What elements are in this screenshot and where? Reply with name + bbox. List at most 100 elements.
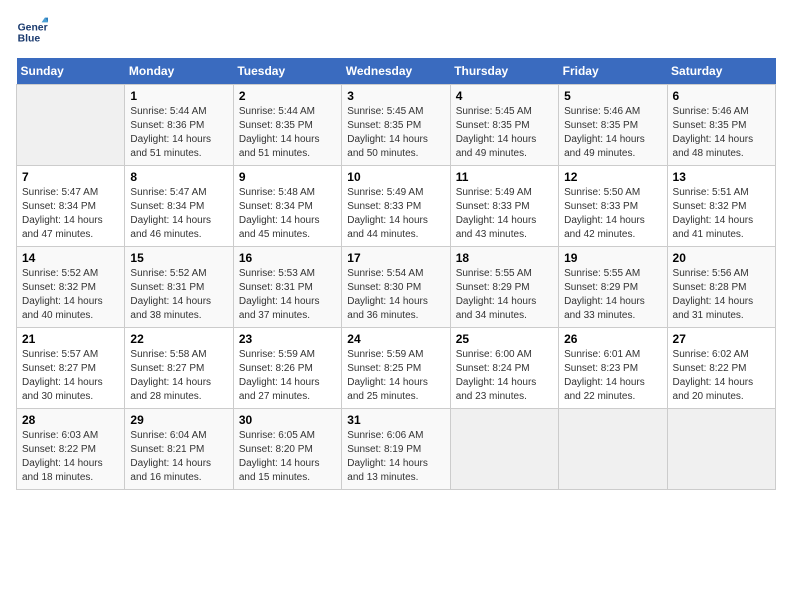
- calendar-cell: 9 Sunrise: 5:48 AM Sunset: 8:34 PM Daylig…: [233, 166, 341, 247]
- day-info: Sunrise: 5:55 AM Sunset: 8:29 PM Dayligh…: [456, 267, 553, 323]
- day-info: Sunrise: 5:44 AM Sunset: 8:36 PM Dayligh…: [130, 105, 227, 161]
- logo: General Blue: [16, 16, 48, 48]
- day-number: 9: [239, 170, 336, 184]
- day-info: Sunrise: 5:47 AM Sunset: 8:34 PM Dayligh…: [130, 186, 227, 242]
- week-row-1: 1 Sunrise: 5:44 AM Sunset: 8:36 PM Daylig…: [17, 85, 776, 166]
- day-number: 4: [456, 89, 553, 103]
- calendar-cell: 8Sunrise: 5:47 AM Sunset: 8:34 PM Daylig…: [125, 166, 233, 247]
- day-info: Sunrise: 5:51 AM Sunset: 8:32 PM Dayligh…: [673, 186, 770, 242]
- day-number: 13: [673, 170, 770, 184]
- day-info: Sunrise: 5:45 AM Sunset: 8:35 PM Dayligh…: [347, 105, 444, 161]
- day-info: Sunrise: 5:46 AM Sunset: 8:35 PM Dayligh…: [564, 105, 661, 161]
- day-info: Sunrise: 5:53 AM Sunset: 8:31 PM Dayligh…: [239, 267, 336, 323]
- weekday-header-sunday: Sunday: [17, 58, 125, 85]
- calendar-cell: 13 Sunrise: 5:51 AM Sunset: 8:32 PM Dayli…: [667, 166, 775, 247]
- logo-icon: General Blue: [16, 16, 48, 48]
- day-number: 14: [22, 251, 119, 265]
- day-number: 31: [347, 413, 444, 427]
- calendar-cell: [667, 409, 775, 490]
- day-info: Sunrise: 5:54 AM Sunset: 8:30 PM Dayligh…: [347, 267, 444, 323]
- svg-text:Blue: Blue: [18, 34, 41, 45]
- day-info: Sunrise: 5:48 AM Sunset: 8:34 PM Dayligh…: [239, 186, 336, 242]
- calendar-cell: [559, 409, 667, 490]
- calendar-cell: 7 Sunrise: 5:47 AM Sunset: 8:34 PM Daylig…: [17, 166, 125, 247]
- day-number: 28: [22, 413, 119, 427]
- day-info: Sunrise: 5:57 AM Sunset: 8:27 PM Dayligh…: [22, 348, 119, 404]
- calendar-cell: 14 Sunrise: 5:52 AM Sunset: 8:32 PM Dayli…: [17, 247, 125, 328]
- day-info: Sunrise: 5:58 AM Sunset: 8:27 PM Dayligh…: [130, 348, 227, 404]
- calendar-cell: 6 Sunrise: 5:46 AM Sunset: 8:35 PM Daylig…: [667, 85, 775, 166]
- day-info: Sunrise: 5:46 AM Sunset: 8:35 PM Dayligh…: [673, 105, 770, 161]
- calendar-cell: 10Sunrise: 5:49 AM Sunset: 8:33 PM Dayli…: [342, 166, 450, 247]
- day-number: 2: [239, 89, 336, 103]
- calendar-cell: 5 Sunrise: 5:46 AM Sunset: 8:35 PM Daylig…: [559, 85, 667, 166]
- day-info: Sunrise: 6:03 AM Sunset: 8:22 PM Dayligh…: [22, 429, 119, 485]
- calendar-cell: 3 Sunrise: 5:45 AM Sunset: 8:35 PM Daylig…: [342, 85, 450, 166]
- day-info: Sunrise: 6:01 AM Sunset: 8:23 PM Dayligh…: [564, 348, 661, 404]
- calendar-cell: 25 Sunrise: 6:00 AM Sunset: 8:24 PM Dayli…: [450, 328, 558, 409]
- calendar-cell: 30 Sunrise: 6:05 AM Sunset: 8:20 PM Dayli…: [233, 409, 341, 490]
- calendar-table: SundayMondayTuesdayWednesdayThursdayFrid…: [16, 58, 776, 490]
- day-info: Sunrise: 6:05 AM Sunset: 8:20 PM Dayligh…: [239, 429, 336, 485]
- day-info: Sunrise: 5:52 AM Sunset: 8:32 PM Dayligh…: [22, 267, 119, 323]
- day-number: 6: [673, 89, 770, 103]
- calendar-cell: [450, 409, 558, 490]
- day-info: Sunrise: 5:59 AM Sunset: 8:26 PM Dayligh…: [239, 348, 336, 404]
- calendar-cell: 17 Sunrise: 5:54 AM Sunset: 8:30 PM Dayli…: [342, 247, 450, 328]
- calendar-cell: 31 Sunrise: 6:06 AM Sunset: 8:19 PM Dayli…: [342, 409, 450, 490]
- day-number: 11: [456, 170, 553, 184]
- day-number: 23: [239, 332, 336, 346]
- calendar-cell: 24 Sunrise: 5:59 AM Sunset: 8:25 PM Dayli…: [342, 328, 450, 409]
- day-info: Sunrise: 5:49 AM Sunset: 8:33 PM Dayligh…: [456, 186, 553, 242]
- day-info: Sunrise: 5:52 AM Sunset: 8:31 PM Dayligh…: [130, 267, 227, 323]
- day-number: 16: [239, 251, 336, 265]
- day-info: Sunrise: 6:06 AM Sunset: 8:19 PM Dayligh…: [347, 429, 444, 485]
- calendar-cell: 12Sunrise: 5:50 AM Sunset: 8:33 PM Dayli…: [559, 166, 667, 247]
- day-number: 30: [239, 413, 336, 427]
- calendar-cell: 20 Sunrise: 5:56 AM Sunset: 8:28 PM Dayli…: [667, 247, 775, 328]
- day-info: Sunrise: 6:00 AM Sunset: 8:24 PM Dayligh…: [456, 348, 553, 404]
- day-number: 21: [22, 332, 119, 346]
- day-number: 3: [347, 89, 444, 103]
- calendar-cell: 11 Sunrise: 5:49 AM Sunset: 8:33 PM Dayli…: [450, 166, 558, 247]
- calendar-cell: 22 Sunrise: 5:58 AM Sunset: 8:27 PM Dayli…: [125, 328, 233, 409]
- calendar-cell: 19Sunrise: 5:55 AM Sunset: 8:29 PM Dayli…: [559, 247, 667, 328]
- day-info: Sunrise: 5:59 AM Sunset: 8:25 PM Dayligh…: [347, 348, 444, 404]
- calendar-cell: 18 Sunrise: 5:55 AM Sunset: 8:29 PM Dayli…: [450, 247, 558, 328]
- calendar-cell: 21 Sunrise: 5:57 AM Sunset: 8:27 PM Dayli…: [17, 328, 125, 409]
- calendar-cell: 16 Sunrise: 5:53 AM Sunset: 8:31 PM Dayli…: [233, 247, 341, 328]
- day-number: 22: [130, 332, 227, 346]
- day-info: Sunrise: 5:49 AM Sunset: 8:33 PM Dayligh…: [347, 186, 444, 242]
- day-number: 25: [456, 332, 553, 346]
- day-number: 20: [673, 251, 770, 265]
- week-row-3: 14 Sunrise: 5:52 AM Sunset: 8:32 PM Dayli…: [17, 247, 776, 328]
- calendar-cell: 4Sunrise: 5:45 AM Sunset: 8:35 PM Daylig…: [450, 85, 558, 166]
- day-info: Sunrise: 5:44 AM Sunset: 8:35 PM Dayligh…: [239, 105, 336, 161]
- day-number: 29: [130, 413, 227, 427]
- calendar-cell: 28 Sunrise: 6:03 AM Sunset: 8:22 PM Dayli…: [17, 409, 125, 490]
- weekday-header-wednesday: Wednesday: [342, 58, 450, 85]
- day-number: 5: [564, 89, 661, 103]
- day-info: Sunrise: 5:55 AM Sunset: 8:29 PM Dayligh…: [564, 267, 661, 323]
- weekday-header-friday: Friday: [559, 58, 667, 85]
- day-info: Sunrise: 5:47 AM Sunset: 8:34 PM Dayligh…: [22, 186, 119, 242]
- day-number: 7: [22, 170, 119, 184]
- calendar-cell: [17, 85, 125, 166]
- weekday-header-thursday: Thursday: [450, 58, 558, 85]
- day-info: Sunrise: 5:50 AM Sunset: 8:33 PM Dayligh…: [564, 186, 661, 242]
- calendar-cell: 27 Sunrise: 6:02 AM Sunset: 8:22 PM Dayli…: [667, 328, 775, 409]
- day-info: Sunrise: 5:56 AM Sunset: 8:28 PM Dayligh…: [673, 267, 770, 323]
- day-number: 18: [456, 251, 553, 265]
- calendar-cell: 1 Sunrise: 5:44 AM Sunset: 8:36 PM Daylig…: [125, 85, 233, 166]
- weekday-header-row: SundayMondayTuesdayWednesdayThursdayFrid…: [17, 58, 776, 85]
- day-number: 15: [130, 251, 227, 265]
- calendar-cell: 15 Sunrise: 5:52 AM Sunset: 8:31 PM Dayli…: [125, 247, 233, 328]
- day-number: 1: [130, 89, 227, 103]
- day-info: Sunrise: 6:02 AM Sunset: 8:22 PM Dayligh…: [673, 348, 770, 404]
- calendar-cell: 26Sunrise: 6:01 AM Sunset: 8:23 PM Dayli…: [559, 328, 667, 409]
- weekday-header-saturday: Saturday: [667, 58, 775, 85]
- day-number: 24: [347, 332, 444, 346]
- day-number: 27: [673, 332, 770, 346]
- week-row-4: 21 Sunrise: 5:57 AM Sunset: 8:27 PM Dayli…: [17, 328, 776, 409]
- day-number: 17: [347, 251, 444, 265]
